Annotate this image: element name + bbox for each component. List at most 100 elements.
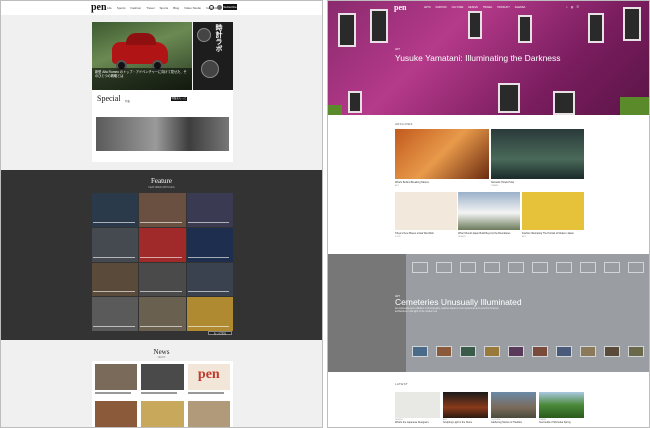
band-title[interactable]: Cemeteries Unusually Illuminated <box>395 297 522 307</box>
feature-tile[interactable] <box>186 227 233 262</box>
feature-tile[interactable] <box>186 297 233 331</box>
archives-label: ARCHIVES <box>395 122 413 126</box>
band-description: An unprecedented exhibition of photograp… <box>395 308 499 313</box>
news-item[interactable] <box>187 400 230 428</box>
archive-card[interactable]: Fashion Illustrating The Portrait of Mod… <box>522 192 584 238</box>
latest-image <box>443 392 488 418</box>
niche-graphic <box>628 346 644 357</box>
latest-grid: DESIGN What's the Japanese Designers ART… <box>395 392 584 427</box>
hero-kicker: ART <box>395 48 400 51</box>
latest-caption: What's the Japanese Designers <box>395 421 429 424</box>
news-item[interactable] <box>141 400 184 428</box>
left-nav-item[interactable]: Fashion <box>131 6 142 10</box>
left-nav-item[interactable]: Life <box>107 6 112 10</box>
latest-image <box>539 392 584 418</box>
left-nav-item[interactable]: Travel <box>146 6 154 10</box>
feature-more-button[interactable]: もっと見る <box>208 331 232 335</box>
camera-lens-graphic <box>201 60 219 78</box>
subscribe-button[interactable]: Subscribe <box>223 4 237 10</box>
latest-image <box>491 392 536 418</box>
latest-image <box>395 392 440 418</box>
right-nav-icons: ⌕ ◍ ☰ <box>566 5 579 9</box>
left-nav-item[interactable]: Sports <box>117 6 126 10</box>
tile-caption <box>140 326 183 330</box>
hero-magenta-house-image[interactable]: pen ARTS FASHION CULTURE DESIGN TRAVEL P… <box>328 1 649 115</box>
language-icon[interactable]: ◍ <box>571 5 574 9</box>
right-nav-item[interactable]: ARTS <box>424 6 431 9</box>
left-nav-item[interactable]: Sports <box>159 6 168 10</box>
tile-caption <box>187 256 230 261</box>
latest-caption: Sculpting Light in the Stone <box>443 421 473 424</box>
account-icon[interactable] <box>217 5 222 10</box>
feature-tile[interactable] <box>186 193 233 227</box>
feature-tile[interactable] <box>92 227 139 262</box>
right-page-screenshot: pen ARTS FASHION CULTURE DESIGN TRAVEL P… <box>327 0 650 428</box>
feature-tile[interactable] <box>139 227 186 262</box>
left-logo[interactable]: pen <box>91 2 107 13</box>
news-title: News <box>153 348 170 356</box>
special-more-button[interactable]: 特集をもっと見る <box>171 97 187 104</box>
hero-title[interactable]: Yusuke Yamatani: Illuminating the Darkne… <box>395 53 561 63</box>
archive-image <box>522 192 584 230</box>
feature-band[interactable]: ART Cemeteries Unusually Illuminated An … <box>328 254 649 372</box>
right-logo[interactable]: pen <box>394 3 406 12</box>
hero-caption: 新型 Alfa Romeo のトップ・アドベンチャーに向けて見せた、そのひとつの… <box>92 68 192 90</box>
news-item[interactable]: pen <box>187 364 230 397</box>
archive-caption: What's Behind Breaking Taboos <box>395 181 429 184</box>
special-image[interactable] <box>96 117 229 151</box>
archive-card[interactable]: Tokyo's New Places to Eat Well Well FOOD <box>395 192 457 238</box>
search-icon[interactable]: ⌕ <box>566 5 568 9</box>
news-item[interactable] <box>95 364 138 397</box>
feature-tile[interactable] <box>139 193 186 227</box>
feature-tile[interactable] <box>92 297 139 331</box>
hero-car-image[interactable]: 新型 Alfa Romeo のトップ・アドベンチャーに向けて見せた、そのひとつの… <box>92 22 192 90</box>
feature-tile[interactable] <box>92 193 139 227</box>
latest-caption: Tea Fields of Shizuoka Spring <box>539 421 571 424</box>
niche-graphic <box>436 346 452 357</box>
right-nav-item[interactable]: DESIGN <box>468 6 478 9</box>
news-item[interactable] <box>141 364 184 397</box>
search-icon[interactable] <box>209 5 214 10</box>
latest-card[interactable]: ART Sculpting Light in the Stone <box>443 392 488 427</box>
archive-image <box>458 192 520 230</box>
news-item[interactable] <box>95 400 138 428</box>
feature-tile[interactable] <box>186 262 233 297</box>
archive-image <box>491 129 584 179</box>
archive-image <box>395 129 489 179</box>
feature-tile[interactable] <box>139 297 186 331</box>
latest-card[interactable]: TRAVEL Tea Fields of Shizuoka Spring <box>539 392 584 427</box>
menu-icon[interactable]: ☰ <box>576 5 579 9</box>
news-text-line <box>95 392 131 394</box>
archive-card[interactable]: What's Behind Breaking Taboos ART <box>395 129 489 187</box>
niche-graphic <box>532 346 548 357</box>
left-nav-item[interactable]: Video Studio <box>184 6 201 10</box>
archive-card[interactable]: What Should Japan Build Beyond the Bound… <box>458 192 520 238</box>
right-nav-item[interactable]: FASHION <box>436 6 447 9</box>
niche-graphic <box>412 262 428 273</box>
right-nav-item[interactable]: PRODUCT <box>497 6 509 9</box>
right-nav-item[interactable]: CULTURE <box>452 6 464 9</box>
hero-side-text: 時計ラボ <box>215 24 223 52</box>
left-nav-menu: Life Sports Fashion Travel Sports Blog V… <box>107 6 220 10</box>
latest-card[interactable]: DESIGN What's the Japanese Designers <box>395 392 440 427</box>
niche-graphic <box>628 262 644 273</box>
latest-card[interactable]: CULTURE Gathering Stories of Tradition <box>491 392 536 427</box>
house-window <box>553 91 575 115</box>
archive-category: ART <box>522 236 526 238</box>
archive-category: FOOD <box>395 236 401 238</box>
hero-side-camera-image[interactable]: 時計ラボ <box>193 22 233 90</box>
latest-label: LATEST <box>395 382 408 386</box>
house-window <box>468 11 482 39</box>
archives-grid: What's Behind Breaking Taboos ART Nomadi… <box>395 129 584 249</box>
feature-tile[interactable] <box>92 262 139 297</box>
archive-caption: Tokyo's New Places to Eat Well Well <box>395 232 434 235</box>
left-nav-item[interactable]: Blog <box>173 6 179 10</box>
archive-card[interactable]: Nomadic Hotels Hotel TRAVEL <box>491 129 584 187</box>
left-top-nav: pen Life Sports Fashion Travel Sports Bl… <box>1 1 322 15</box>
news-subtitle: NEWS <box>157 356 166 359</box>
right-nav-item[interactable]: AGENDA <box>515 6 526 9</box>
news-image <box>187 400 230 427</box>
right-nav-item[interactable]: TRAVEL <box>483 6 493 9</box>
house-window <box>623 7 641 41</box>
feature-tile[interactable] <box>139 262 186 297</box>
